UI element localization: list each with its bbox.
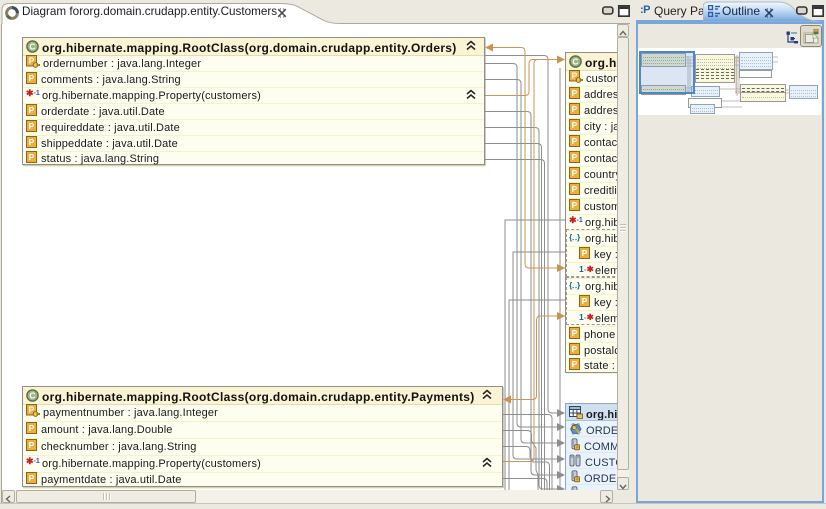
svg-text:P: P xyxy=(29,440,35,450)
svg-text:P: P xyxy=(572,200,578,210)
svg-text:P: P xyxy=(572,88,578,98)
svg-text:P: P xyxy=(29,137,35,147)
svg-text:C: C xyxy=(29,42,35,52)
svg-text:P: P xyxy=(572,136,578,146)
svg-text:C: C xyxy=(572,57,578,67)
svg-text:P: P xyxy=(572,168,578,178)
svg-text:P: P xyxy=(29,152,35,162)
svg-text:P: P xyxy=(572,120,578,130)
svg-text:C: C xyxy=(29,391,35,401)
svg-text:P: P xyxy=(29,473,35,483)
svg-text:P: P xyxy=(572,359,578,369)
svg-text:P: P xyxy=(29,423,35,433)
svg-text:P: P xyxy=(572,328,578,338)
svg-text:P: P xyxy=(29,121,35,131)
svg-text:P: P xyxy=(572,184,578,194)
svg-text:P: P xyxy=(572,344,578,354)
svg-text:P: P xyxy=(572,104,578,114)
svg-text:P: P xyxy=(29,73,35,83)
svg-text:P: P xyxy=(29,105,35,115)
svg-text:P: P xyxy=(572,152,578,162)
